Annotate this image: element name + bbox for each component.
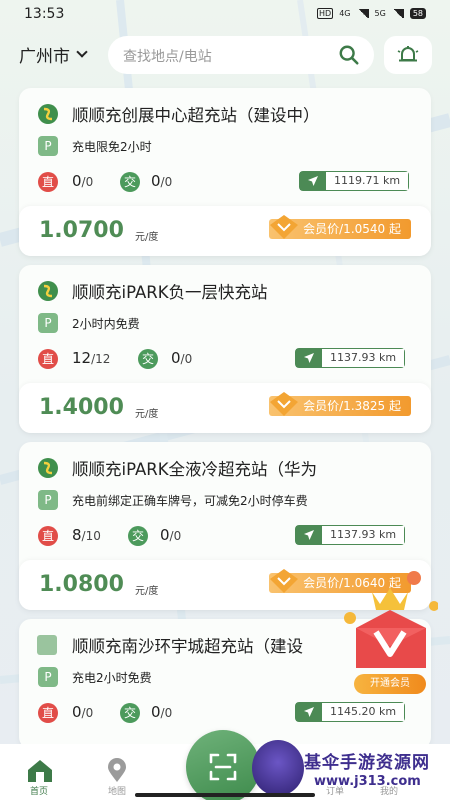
diamond-icon bbox=[270, 569, 299, 593]
hd-icon: HD bbox=[317, 8, 334, 19]
price-value: 1.0800 bbox=[39, 572, 124, 597]
price-value: 1.4000 bbox=[39, 395, 124, 420]
parking-icon: P bbox=[38, 667, 58, 687]
vip-promo-widget[interactable]: 开通会员 bbox=[342, 570, 439, 694]
tab-home[interactable]: 首页 bbox=[14, 754, 64, 797]
brand-logo-icon bbox=[38, 281, 58, 301]
dc-count: 0/0 bbox=[72, 703, 94, 721]
parking-promo: 充电2小时免费 bbox=[72, 671, 152, 685]
diamond-icon bbox=[270, 392, 299, 416]
bell-icon bbox=[397, 46, 419, 62]
ac-badge: 交 bbox=[120, 703, 140, 723]
watermark-title: 基伞手游资源网 bbox=[304, 753, 430, 773]
dc-count: 0/0 bbox=[72, 172, 94, 190]
parking-promo: 充电限免2小时 bbox=[72, 140, 152, 154]
dc-count: 8/10 bbox=[72, 526, 101, 544]
signal-icon bbox=[391, 9, 404, 18]
dc-badge: 直 bbox=[38, 172, 58, 192]
distance-label: 1137.93 km bbox=[322, 349, 405, 367]
navigate-button[interactable]: 1119.71 km bbox=[299, 171, 410, 191]
brand-logo-icon bbox=[37, 635, 57, 655]
notification-button[interactable] bbox=[384, 36, 432, 74]
member-price-badge[interactable]: 会员价/1.0540 起 bbox=[269, 215, 411, 240]
dc-badge: 直 bbox=[38, 703, 58, 723]
price-unit: 元/度 bbox=[135, 586, 159, 597]
home-indicator bbox=[135, 793, 315, 797]
dc-badge: 直 bbox=[38, 526, 58, 546]
navigation-arrow-icon bbox=[296, 349, 322, 367]
open-membership-button[interactable]: 开通会员 bbox=[354, 674, 426, 694]
price-unit: 元/度 bbox=[135, 409, 159, 420]
watermark-logo-icon bbox=[252, 740, 304, 796]
brand-logo-icon bbox=[38, 104, 58, 124]
station-name: 顺顺充iPARK负一层快充站 bbox=[72, 283, 268, 302]
parking-icon: P bbox=[38, 313, 58, 333]
parking-promo: 2小时内免费 bbox=[72, 317, 140, 331]
map-pin-icon bbox=[108, 758, 126, 782]
dc-count: 12/12 bbox=[72, 349, 111, 367]
station-card[interactable]: 顺顺充iPARK负一层快充站 P 2小时内免费 直 12/12 交 0/0 11… bbox=[19, 265, 431, 433]
home-icon bbox=[28, 760, 52, 782]
status-bar: 13:53 HD 4G 5G 58 bbox=[0, 0, 450, 30]
ac-badge: 交 bbox=[120, 172, 140, 192]
member-price-badge[interactable]: 会员价/1.3825 起 bbox=[269, 392, 411, 417]
station-card[interactable]: 顺顺充创展中心超充站（建设中） P 充电限免2小时 直 0/0 交 0/0 11… bbox=[19, 88, 431, 256]
ac-badge: 交 bbox=[138, 349, 158, 369]
scan-button[interactable] bbox=[186, 730, 260, 800]
status-time: 13:53 bbox=[24, 6, 65, 22]
ac-count: 0/0 bbox=[151, 703, 173, 721]
city-selector[interactable]: 广州市 bbox=[19, 42, 88, 67]
navigation-arrow-icon bbox=[296, 526, 322, 544]
chevron-down-icon bbox=[76, 46, 88, 58]
navigation-arrow-icon bbox=[296, 703, 322, 721]
station-name: 顺顺充创展中心超充站（建设中） bbox=[72, 106, 320, 125]
tab-map[interactable]: 地图 bbox=[92, 754, 142, 797]
navigation-arrow-icon bbox=[300, 172, 326, 190]
price-unit: 元/度 bbox=[135, 232, 159, 243]
price-row: 1.4000 元/度 会员价/1.3825 起 bbox=[19, 383, 431, 433]
ac-badge: 交 bbox=[128, 526, 148, 546]
city-label: 广州市 bbox=[19, 47, 70, 67]
watermark-url: www.j313.com bbox=[314, 774, 421, 789]
navigate-button[interactable]: 1145.20 km bbox=[295, 702, 406, 722]
navigate-button[interactable]: 1137.93 km bbox=[295, 525, 406, 545]
search-icon[interactable] bbox=[338, 44, 360, 66]
ac-count: 0/0 bbox=[151, 172, 173, 190]
ac-count: 0/0 bbox=[171, 349, 193, 367]
parking-icon: P bbox=[38, 490, 58, 510]
watermark: 基伞手游资源网 www.j313.com bbox=[252, 740, 450, 800]
price-value: 1.0700 bbox=[39, 218, 124, 243]
navigate-button[interactable]: 1137.93 km bbox=[295, 348, 406, 368]
battery-icon: 58 bbox=[409, 8, 426, 19]
parking-icon: P bbox=[38, 136, 58, 156]
gift-box-icon bbox=[344, 571, 439, 668]
network-5g-label: 5G bbox=[374, 9, 386, 18]
distance-label: 1119.71 km bbox=[326, 172, 409, 190]
station-name: 顺顺充iPARK全液冷超充站（华为 bbox=[72, 460, 318, 479]
dc-badge: 直 bbox=[38, 349, 58, 369]
scan-icon bbox=[209, 753, 237, 781]
network-4g-label: 4G bbox=[339, 9, 351, 18]
header: 广州市 查找地点/电站 bbox=[0, 34, 450, 80]
search-placeholder: 查找地点/电站 bbox=[123, 49, 212, 65]
price-row: 1.0700 元/度 会员价/1.0540 起 bbox=[19, 206, 431, 256]
parking-promo: 充电前绑定正确车牌号，可减免2小时停车费 bbox=[72, 494, 308, 508]
diamond-icon bbox=[270, 215, 299, 239]
search-input[interactable]: 查找地点/电站 bbox=[108, 36, 374, 74]
brand-logo-icon bbox=[38, 458, 58, 478]
ac-count: 0/0 bbox=[160, 526, 182, 544]
status-icons: HD 4G 5G 58 bbox=[317, 8, 426, 19]
distance-label: 1145.20 km bbox=[322, 703, 405, 721]
tab-home-label: 首页 bbox=[29, 787, 48, 797]
signal-icon bbox=[356, 9, 369, 18]
distance-label: 1137.93 km bbox=[322, 526, 405, 544]
